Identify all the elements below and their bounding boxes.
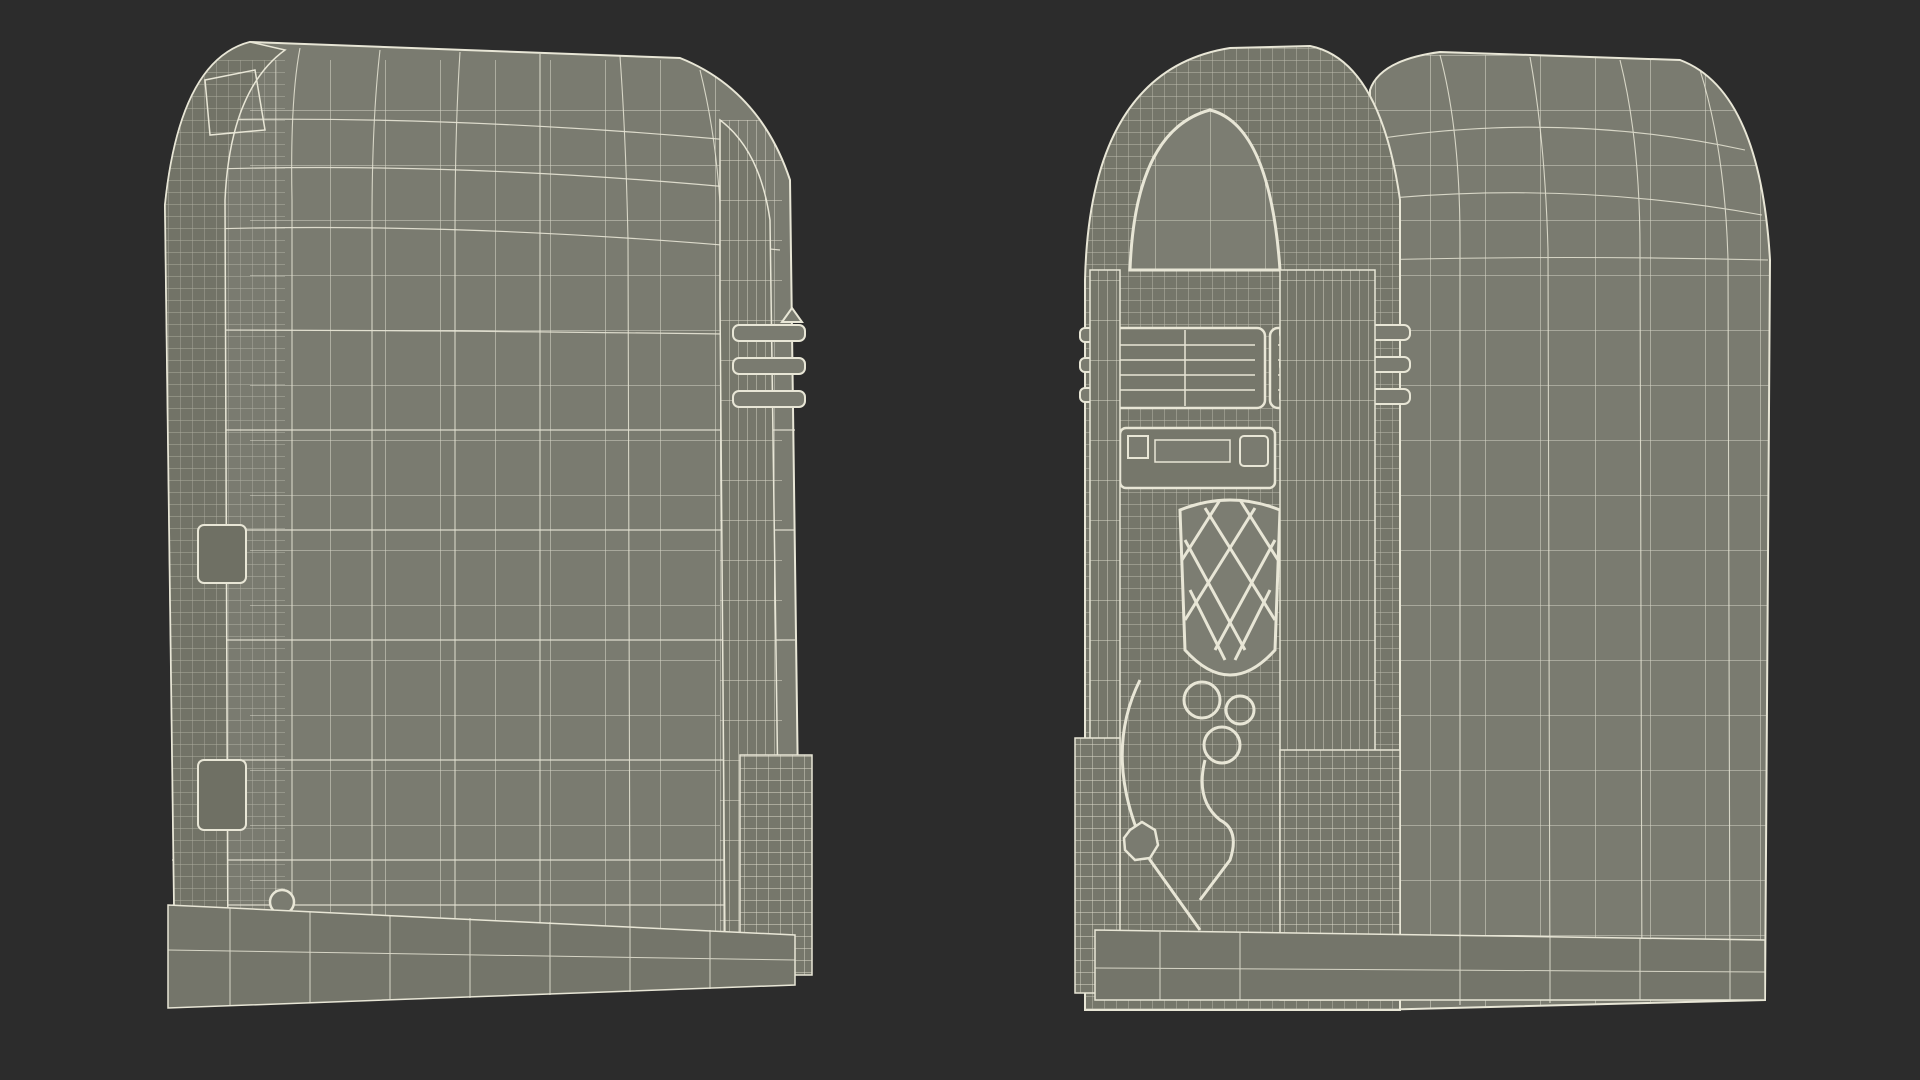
jukebox-side-back-view [163, 40, 813, 1009]
wireframe-render-viewport [0, 0, 1920, 1080]
left-side-panel-mesh [250, 60, 720, 960]
left-back-vent-upper [197, 524, 247, 584]
right-side-panel-mesh [1370, 55, 1770, 1010]
right-speaker-lattice [1178, 498, 1282, 677]
left-back-strip-mesh [165, 60, 285, 975]
right-plinth [1094, 929, 1766, 1001]
wireframe-render [163, 40, 1772, 1012]
left-back-vent-lower [197, 759, 247, 831]
jukebox-front-three-quarter-view [1074, 44, 1772, 1012]
right-selector-panel [1118, 426, 1277, 490]
